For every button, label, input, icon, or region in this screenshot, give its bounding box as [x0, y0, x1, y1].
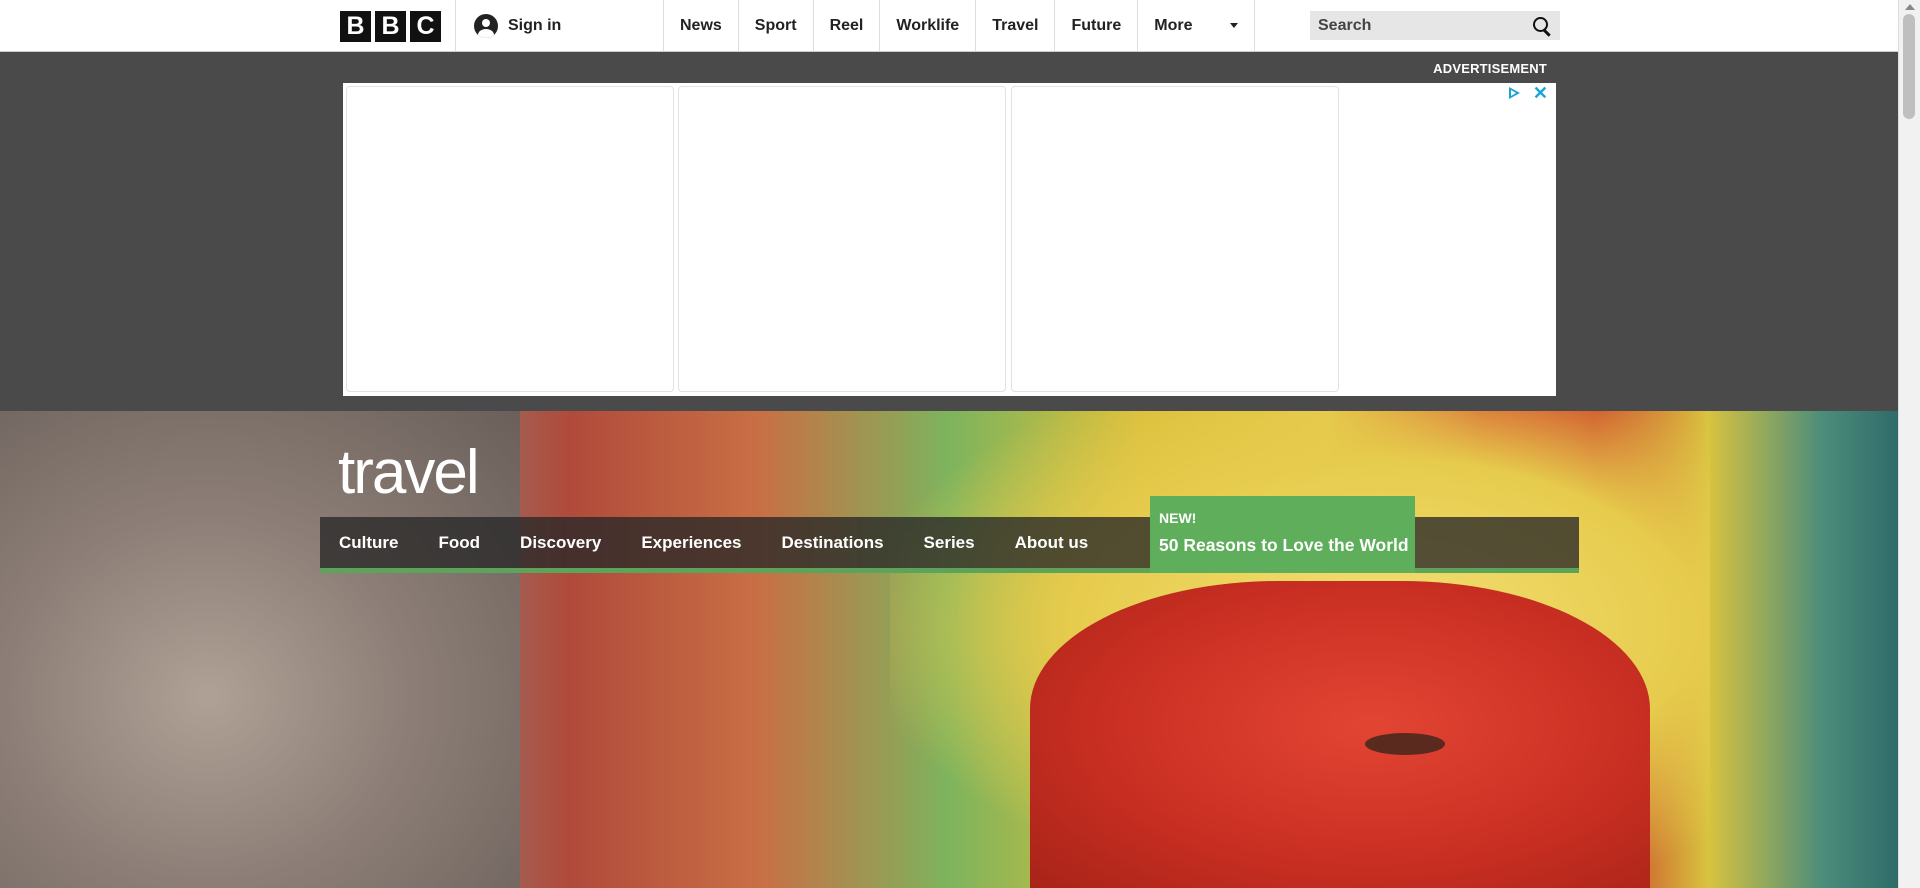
divider	[455, 0, 456, 51]
scrollbar[interactable]	[1898, 0, 1920, 888]
promo-50-reasons[interactable]: NEW! 50 Reasons to Love the World	[1150, 496, 1415, 573]
hero-face	[1030, 581, 1650, 888]
advertisement-banner[interactable]: ✕	[343, 83, 1556, 396]
nav-more-label: More	[1154, 16, 1193, 34]
travel-nav-discovery[interactable]: Discovery	[502, 533, 623, 553]
advertisement-label: ADVERTISEMENT	[1433, 61, 1547, 76]
nav-more-dropdown[interactable]: More	[1137, 0, 1256, 51]
travel-logo[interactable]: travel	[338, 437, 480, 508]
chevron-down-icon	[1230, 23, 1239, 28]
close-icon[interactable]: ✕	[1533, 83, 1548, 104]
hero-image: travel Culture Food Discovery Experience…	[0, 411, 1898, 888]
scrollbar-thumb[interactable]	[1903, 14, 1915, 119]
sign-in-button[interactable]: Sign in	[474, 14, 561, 38]
ad-card[interactable]	[1011, 86, 1339, 392]
travel-nav-destinations[interactable]: Destinations	[764, 533, 906, 553]
nav-news[interactable]: News	[663, 0, 738, 51]
search-placeholder: Search	[1318, 16, 1372, 34]
bbc-header: B B C Sign in News Sport Reel Worklife T…	[0, 0, 1898, 52]
sign-in-label: Sign in	[508, 17, 562, 34]
bbc-logo[interactable]: B B C	[340, 11, 441, 42]
logo-letter: B	[375, 11, 406, 42]
nav-sport[interactable]: Sport	[737, 0, 813, 51]
nav-travel[interactable]: Travel	[975, 0, 1054, 51]
travel-nav-series[interactable]: Series	[906, 533, 997, 553]
search-icon[interactable]	[1532, 16, 1552, 36]
bbc-top-nav: News Sport Reel Worklife Travel Future M…	[663, 0, 1256, 51]
travel-nav-about-us[interactable]: About us	[997, 533, 1111, 553]
logo-letter: C	[410, 11, 441, 42]
advertisement-region: ADVERTISEMENT ✕	[0, 52, 1898, 411]
nav-reel[interactable]: Reel	[812, 0, 880, 51]
promo-badge: NEW!	[1159, 510, 1197, 526]
ad-choices-icon[interactable]	[1509, 87, 1520, 99]
travel-nav-experiences[interactable]: Experiences	[623, 533, 763, 553]
travel-nav-culture[interactable]: Culture	[320, 533, 421, 553]
hero-eye	[1365, 733, 1445, 755]
ad-card[interactable]	[346, 86, 674, 392]
search-input[interactable]: Search	[1310, 11, 1560, 40]
logo-letter: B	[340, 11, 371, 42]
scroll-up-icon[interactable]	[1905, 4, 1915, 10]
promo-title: 50 Reasons to Love the World	[1159, 535, 1409, 555]
nav-worklife[interactable]: Worklife	[879, 0, 975, 51]
user-icon	[474, 14, 498, 38]
ad-card[interactable]	[678, 86, 1006, 392]
nav-future[interactable]: Future	[1054, 0, 1137, 51]
travel-nav-food[interactable]: Food	[421, 533, 503, 553]
